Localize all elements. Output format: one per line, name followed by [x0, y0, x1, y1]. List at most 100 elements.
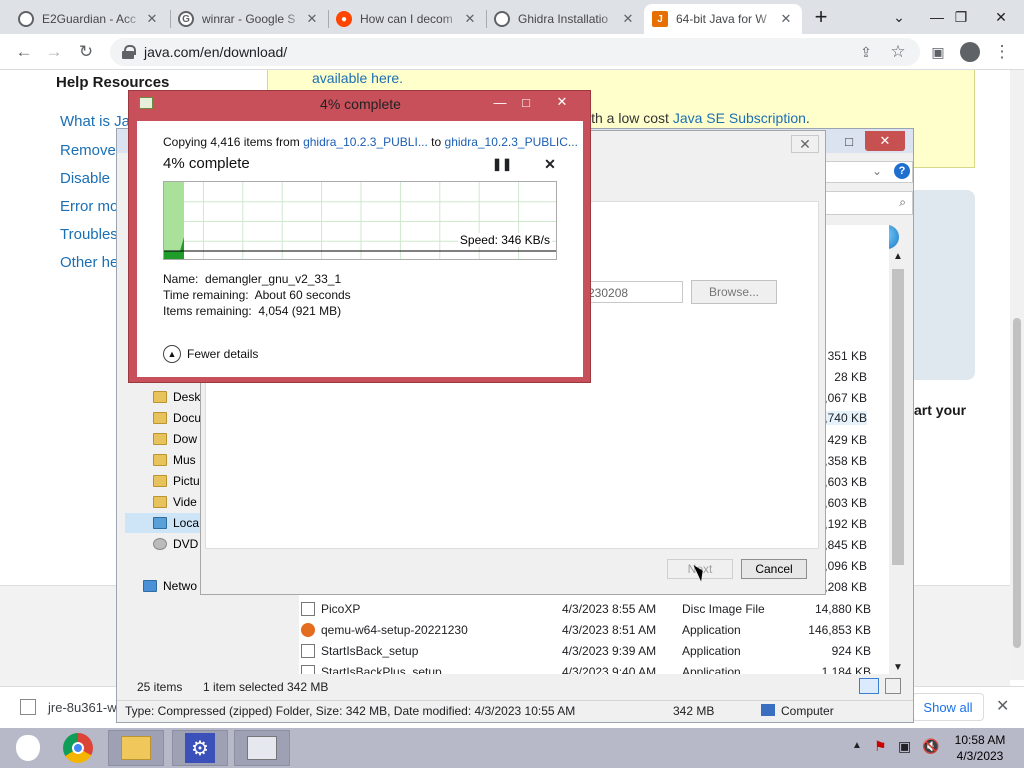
- folder-icon: [153, 412, 167, 424]
- close-tab-icon[interactable]: ✕: [462, 11, 478, 27]
- computer-icon: [761, 704, 775, 716]
- file-type: Application: [682, 665, 741, 674]
- tab-e2guardian[interactable]: E2Guardian - Acc ✕: [10, 4, 168, 34]
- start-button-apple-icon[interactable]: [0, 730, 56, 766]
- help-link-disable[interactable]: Disable: [60, 170, 110, 187]
- close-tab-icon[interactable]: ✕: [304, 11, 320, 27]
- tab-title: E2Guardian - Acc: [42, 12, 137, 26]
- nav-music[interactable]: Mus: [153, 450, 196, 470]
- available-here-link[interactable]: available here.: [312, 70, 403, 86]
- download-item[interactable]: jre-8u361-w: [20, 699, 117, 715]
- file-row[interactable]: StartIsBack_setup 4/3/2023 9:39 AM Appli…: [301, 641, 871, 662]
- network-tray-icon[interactable]: ▣: [898, 738, 911, 755]
- settings-gear-icon[interactable]: ⚙: [172, 730, 228, 766]
- page-scrollbar[interactable]: [1010, 70, 1024, 680]
- details-view-icon[interactable]: [859, 678, 879, 694]
- profile-avatar-icon[interactable]: [958, 40, 982, 64]
- file-row[interactable]: PicoXP 4/3/2023 8:55 AM Disc Image File …: [301, 599, 871, 620]
- explorer-close-icon[interactable]: ✕: [865, 131, 905, 151]
- nav-network[interactable]: Netwo: [143, 576, 197, 596]
- address-bar[interactable]: java.com/en/download/: [110, 38, 920, 66]
- explorer-maximize-icon[interactable]: □: [835, 131, 863, 151]
- nav-dvd[interactable]: DVD: [153, 534, 198, 554]
- wizard-close-icon[interactable]: ✕: [791, 135, 819, 153]
- nav-local-disk[interactable]: Loca: [125, 513, 201, 533]
- explorer-scroll-thumb[interactable]: [892, 269, 904, 565]
- side-panel-icon[interactable]: ▣: [926, 40, 950, 64]
- tab-java-active[interactable]: J 64-bit Java for W ✕: [644, 4, 802, 34]
- fewer-details-button[interactable]: ▲ Fewer details: [163, 345, 258, 363]
- reload-icon[interactable]: ↻: [74, 40, 98, 64]
- chevron-up-icon: ▲: [163, 345, 181, 363]
- file-row[interactable]: qemu-w64-setup-20221230 4/3/2023 8:51 AM…: [301, 620, 871, 641]
- lock-icon[interactable]: [122, 45, 136, 59]
- dialog-close-icon[interactable]: ✕: [549, 93, 575, 111]
- nav-desktop[interactable]: Desk: [153, 387, 200, 407]
- help-link-troubleshoot[interactable]: Troubles: [60, 226, 118, 243]
- forward-icon[interactable]: →: [42, 40, 66, 64]
- address-dropdown[interactable]: ⌄ ?: [825, 161, 913, 183]
- scroll-up-icon[interactable]: ▲: [893, 251, 903, 262]
- subscription-text: ith a low cost Java SE Subscription.: [588, 110, 810, 126]
- scroll-down-icon[interactable]: ▼: [893, 662, 903, 673]
- dialog-maximize-icon[interactable]: □: [513, 93, 539, 111]
- progress-graph: Speed: 346 KB/s: [163, 181, 557, 260]
- install-path-input[interactable]: 230208: [581, 281, 683, 303]
- tiles-view-icon[interactable]: [885, 678, 901, 694]
- close-shelf-icon[interactable]: ✕: [996, 696, 1009, 716]
- close-tab-icon[interactable]: ✕: [620, 11, 636, 27]
- search-icon[interactable]: ⌕: [899, 195, 906, 210]
- scrollbar-thumb[interactable]: [1013, 318, 1021, 648]
- java-installer-icon: [20, 699, 36, 715]
- installer-icon: [301, 644, 315, 658]
- cancel-button[interactable]: Cancel: [741, 559, 807, 579]
- help-link-error[interactable]: Error mo: [60, 198, 118, 215]
- help-link-remove[interactable]: Remove: [60, 142, 116, 159]
- source-folder-link[interactable]: ghidra_10.2.3_PUBLI...: [303, 135, 428, 149]
- nav-label: Pictu: [173, 474, 200, 488]
- back-icon[interactable]: ←: [12, 40, 36, 64]
- file-date: 4/3/2023 9:39 AM: [562, 644, 657, 658]
- close-tab-icon[interactable]: ✕: [144, 11, 160, 27]
- java-se-subscription-link[interactable]: Java SE Subscription: [673, 110, 806, 126]
- nav-documents[interactable]: Docu: [153, 408, 201, 428]
- volume-muted-icon[interactable]: 🔇: [922, 738, 939, 755]
- menu-kebab-icon[interactable]: ⋮: [990, 40, 1014, 64]
- nav-pictures[interactable]: Pictu: [153, 471, 200, 491]
- tray-expand-icon[interactable]: ▲: [852, 740, 862, 751]
- show-all-button[interactable]: Show all: [912, 693, 984, 721]
- action-center-flag-icon[interactable]: ⚑: [874, 738, 887, 755]
- tab-ghidra-github[interactable]: Ghidra Installatio ✕: [486, 4, 644, 34]
- share-icon[interactable]: ⇪: [854, 40, 878, 64]
- browse-button[interactable]: Browse...: [691, 280, 777, 304]
- cancel-copy-icon[interactable]: ✕: [541, 155, 559, 173]
- percent-complete: 4% complete: [163, 155, 250, 172]
- chevron-down-icon[interactable]: ⌄: [872, 164, 882, 178]
- file-explorer-icon[interactable]: [108, 730, 164, 766]
- task-manager-icon[interactable]: [234, 730, 290, 766]
- nav-downloads[interactable]: Dow: [153, 429, 197, 449]
- tab-title: How can I decom: [360, 12, 453, 26]
- nav-videos[interactable]: Vide: [153, 492, 197, 512]
- qemu-icon: [301, 623, 315, 637]
- tab-reddit[interactable]: ● How can I decom ✕: [328, 4, 486, 34]
- tab-winrar-google[interactable]: G winrar - Google S ✕: [170, 4, 328, 34]
- dialog-minimize-icon[interactable]: —: [487, 93, 513, 111]
- bookmark-star-icon[interactable]: ☆: [886, 40, 910, 64]
- file-row[interactable]: StartIsBackPlus_setup 4/3/2023 9:40 AM A…: [301, 662, 871, 674]
- start-your-text: art your: [914, 402, 967, 418]
- help-link-other[interactable]: Other he: [60, 254, 118, 271]
- explorer-search-input[interactable]: ⌕: [825, 191, 913, 215]
- help-icon[interactable]: ?: [894, 163, 910, 179]
- explorer-scrollbar[interactable]: ▲ ▼: [889, 249, 907, 675]
- download-filename: jre-8u361-w: [48, 699, 117, 715]
- java-icon: J: [652, 11, 668, 27]
- file-name: PicoXP: [321, 602, 361, 616]
- chrome-icon[interactable]: [50, 730, 106, 766]
- new-tab-button[interactable]: +: [798, 0, 844, 34]
- close-tab-icon[interactable]: ✕: [778, 11, 794, 27]
- system-clock[interactable]: 10:58 AM 4/3/2023: [944, 732, 1016, 764]
- dest-folder-link[interactable]: ghidra_10.2.3_PUBLIC...: [445, 135, 578, 149]
- close-window-icon[interactable]: ✕: [978, 0, 1024, 34]
- pause-icon[interactable]: ❚❚: [492, 155, 512, 173]
